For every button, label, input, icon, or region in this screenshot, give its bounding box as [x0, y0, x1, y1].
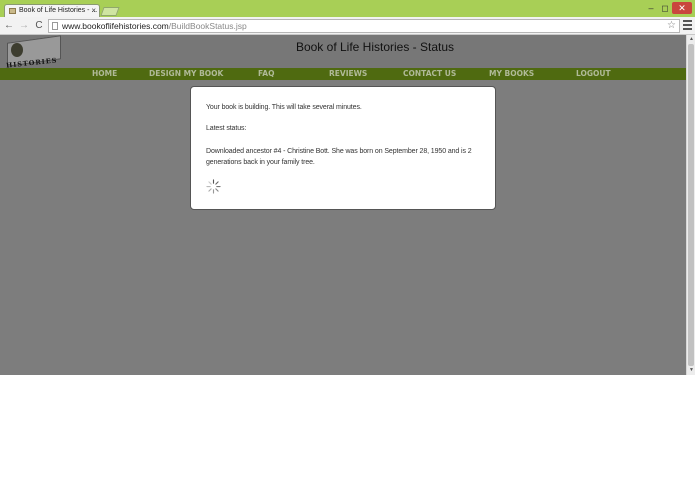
browser-toolbar: ← → C www.bookoflifehistories.com/BuildB… [0, 17, 695, 35]
tab-title: Book of Life Histories - ... [19, 7, 98, 14]
loading-spinner-icon [206, 179, 221, 194]
scroll-up-icon[interactable]: ▲ [688, 36, 695, 42]
nav-reviews[interactable]: REVIEWS [329, 68, 367, 80]
back-button[interactable]: ← [3, 19, 15, 32]
browser-menu-icon[interactable] [683, 20, 692, 30]
page-viewport: HISTORIES Book of Life Histories - Statu… [0, 35, 686, 375]
scrollbar-thumb[interactable] [688, 44, 694, 366]
new-tab-button[interactable] [100, 7, 120, 16]
latest-status-text: Downloaded ancestor #4 - Christine Bott.… [206, 148, 472, 166]
page-title: Book of Life Histories - Status [295, 40, 455, 54]
forward-button[interactable]: → [18, 19, 30, 32]
nav-faq[interactable]: FAQ [258, 68, 274, 80]
tab-close-icon[interactable]: × [91, 6, 96, 15]
nav-my-books[interactable]: MY BOOKS [489, 68, 534, 80]
address-bar[interactable]: www.bookoflifehistories.com/BuildBookSta… [48, 19, 680, 33]
browser-titlebar: Book of Life Histories - ... × ‒ ◻ ✕ [0, 0, 695, 17]
reload-button[interactable]: C [33, 19, 45, 32]
minimize-button[interactable]: ‒ [644, 2, 658, 14]
page-favicon-icon [9, 8, 16, 14]
nav-design-my-book[interactable]: DESIGN MY BOOK [149, 68, 223, 80]
nav-logout[interactable]: LOGOUT [576, 68, 611, 80]
close-window-button[interactable]: ✕ [672, 2, 692, 14]
maximize-button[interactable]: ◻ [658, 2, 672, 14]
url-path: /BuildBookStatus.jsp [168, 21, 247, 31]
latest-status-label: Latest status: [206, 125, 247, 132]
site-header: HISTORIES Book of Life Histories - Statu… [0, 35, 686, 70]
browser-tab[interactable]: Book of Life Histories - ... × [4, 4, 100, 17]
scroll-down-icon[interactable]: ▼ [688, 367, 695, 373]
url-domain: www.bookoflifehistories.com [62, 21, 169, 31]
page-icon [52, 22, 58, 30]
build-status-dialog: Your book is building. This will take se… [190, 86, 496, 210]
nav-contact-us[interactable]: CONTACT US [403, 68, 456, 80]
nav-home[interactable]: HOME [92, 68, 117, 80]
vertical-scrollbar[interactable]: ▲ ▼ [686, 35, 695, 375]
main-nav: HOME DESIGN MY BOOK FAQ REVIEWS CONTACT … [0, 68, 686, 80]
bookmark-star-icon[interactable]: ☆ [667, 20, 676, 32]
build-message: Your book is building. This will take se… [206, 104, 362, 111]
